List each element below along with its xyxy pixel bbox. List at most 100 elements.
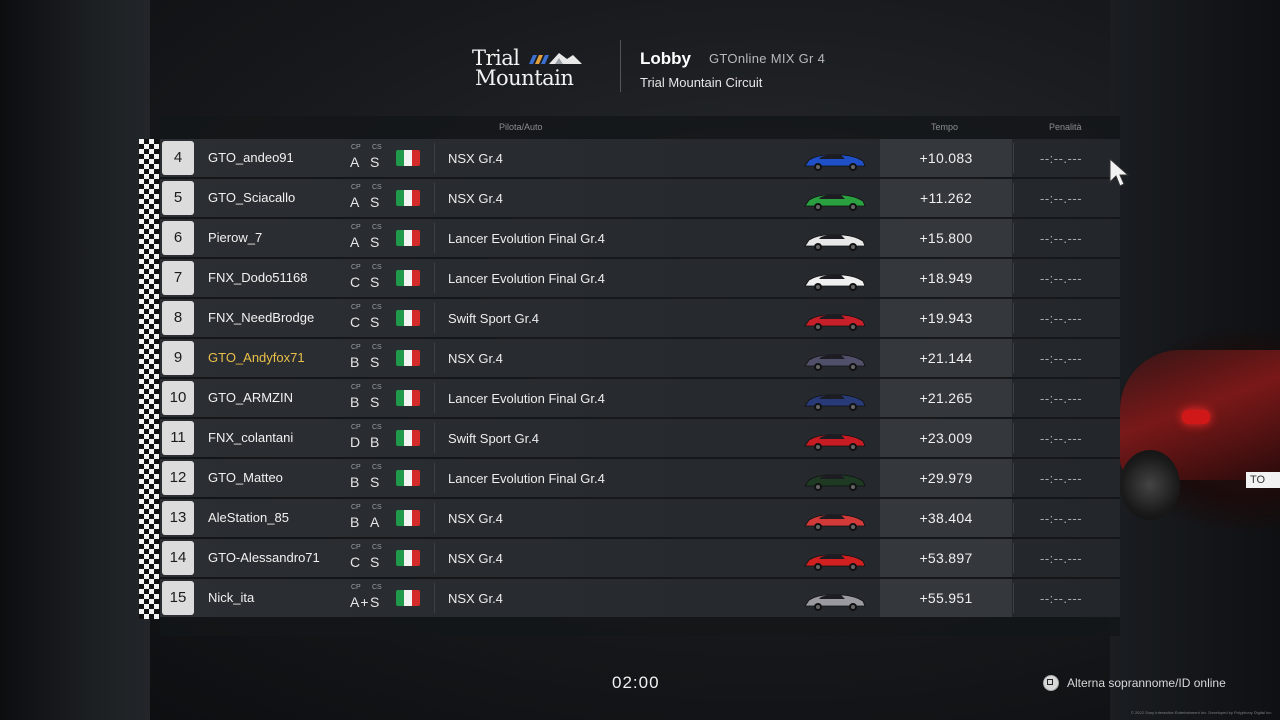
driver-name: FNX_Dodo51168 (208, 270, 308, 285)
page-title: Lobby (640, 49, 691, 68)
row-divider (1013, 303, 1014, 333)
car-name: NSX Gr.4 (448, 591, 503, 606)
toggle-nickname-label[interactable]: Alterna soprannome/ID online (1067, 676, 1226, 690)
car-thumbnail-icon (804, 474, 866, 491)
driver-name: GTO_Matteo (208, 470, 283, 485)
table-row[interactable]: 5 GTO_Sciacallo CP CS A S NSX Gr.4 +11.262 --:--… (160, 179, 1120, 217)
cs-label: CS (372, 184, 382, 191)
header-divider (620, 40, 621, 92)
row-divider (1013, 503, 1014, 533)
position-badge: 5 (162, 181, 194, 215)
cs-rating: S (370, 594, 381, 610)
driver-ratings: CP CS B S (348, 464, 388, 494)
lobby-mode: GTOnline MIX Gr 4 (709, 51, 826, 66)
table-row[interactable]: 9 GTO_Andyfox71 CP CS B S NSX Gr.4 +21.144 --:--… (160, 339, 1120, 377)
row-divider (434, 383, 435, 413)
table-rows: 4 GTO_andeo91 CP CS A S NSX Gr.4 +10.083 --:--.-… (160, 139, 1120, 619)
position-badge: 12 (162, 461, 194, 495)
cs-rating: S (370, 354, 381, 370)
driver-ratings: CP CS D B (348, 424, 388, 454)
table-row[interactable]: 7 FNX_Dodo51168 CP CS C S Lancer Evolution Fin… (160, 259, 1120, 297)
row-divider (1013, 143, 1014, 173)
col-header-penalty: Penalità (1049, 122, 1082, 132)
car-name: Lancer Evolution Final Gr.4 (448, 271, 605, 286)
position-badge: 15 (162, 581, 194, 615)
time-cell: +55.951 (880, 579, 1012, 617)
italy-flag-icon (396, 270, 420, 286)
time-gap: +11.262 (919, 190, 973, 206)
table-row[interactable]: 14 GTO-Alessandro71 CP CS C S NSX Gr.4 +53.897 -… (160, 539, 1120, 577)
car-name: NSX Gr.4 (448, 351, 503, 366)
driver-ratings: CP CS A S (348, 184, 388, 214)
table-row[interactable]: 10 GTO_ARMZIN CP CS B S Lancer Evolution Final… (160, 379, 1120, 417)
table-row[interactable]: 11 FNX_colantani CP CS D B Swift Sport Gr.4 +23… (160, 419, 1120, 457)
time-gap: +18.949 (919, 270, 973, 286)
penalty-time: --:--.--- (1040, 591, 1083, 606)
driver-name: GTO-Alessandro71 (208, 550, 320, 565)
penalty-time: --:--.--- (1040, 511, 1083, 526)
checkered-flag-strip (139, 139, 159, 619)
car-name: NSX Gr.4 (448, 551, 503, 566)
time-cell: +21.265 (880, 379, 1012, 417)
row-divider (1013, 383, 1014, 413)
penalty-time: --:--.--- (1040, 551, 1083, 566)
row-divider (434, 423, 435, 453)
table-row[interactable]: 8 FNX_NeedBrodge CP CS C S Swift Sport Gr.4 +19… (160, 299, 1120, 337)
driver-ratings: CP CS C S (348, 304, 388, 334)
cp-rating: A (350, 234, 361, 250)
penalty-time: --:--.--- (1040, 271, 1083, 286)
cs-rating: S (370, 394, 381, 410)
driver-ratings: CP CS A S (348, 224, 388, 254)
cp-label: CP (351, 344, 361, 351)
logo-line2: Mountain (475, 66, 574, 90)
cs-rating: S (370, 554, 381, 570)
position-badge: 7 (162, 261, 194, 295)
car-thumbnail-icon (804, 154, 866, 171)
car-name: Swift Sport Gr.4 (448, 311, 540, 326)
cs-label: CS (372, 584, 382, 591)
position-badge: 4 (162, 141, 194, 175)
position-badge: 11 (162, 421, 194, 455)
italy-flag-icon (396, 230, 420, 246)
time-gap: +15.800 (919, 230, 973, 246)
table-row[interactable]: 4 GTO_andeo91 CP CS A S NSX Gr.4 +10.083 --:--.-… (160, 139, 1120, 177)
driver-ratings: CP CS A S (348, 144, 388, 174)
table-row[interactable]: 15 Nick_ita CP CS A+ S NSX Gr.4 +55.951 --:--.--… (160, 579, 1120, 617)
penalty-time: --:--.--- (1040, 391, 1083, 406)
time-gap: +38.404 (919, 510, 973, 526)
cp-label: CP (351, 144, 361, 151)
table-row[interactable]: 12 GTO_Matteo CP CS B S Lancer Evolution Final… (160, 459, 1120, 497)
row-divider (1013, 543, 1014, 573)
cp-label: CP (351, 264, 361, 271)
penalty-time: --:--.--- (1040, 311, 1083, 326)
time-gap: +10.083 (919, 150, 973, 166)
time-cell: +23.009 (880, 419, 1012, 457)
cp-label: CP (351, 384, 361, 391)
driver-ratings: CP CS B A (348, 504, 388, 534)
square-button-icon[interactable] (1043, 675, 1059, 691)
cs-rating: S (370, 194, 381, 210)
cs-rating: B (370, 434, 381, 450)
italy-flag-icon (396, 470, 420, 486)
table-row[interactable]: 6 Pierow_7 CP CS A S Lancer Evolution Final Gr… (160, 219, 1120, 257)
col-header-driver-car: Pilota/Auto (499, 122, 543, 132)
driver-ratings: CP CS C S (348, 264, 388, 294)
cs-rating: S (370, 314, 381, 330)
cs-label: CS (372, 224, 382, 231)
row-divider (434, 303, 435, 333)
table-row[interactable]: 13 AleStation_85 CP CS B A NSX Gr.4 +38.404 --:-… (160, 499, 1120, 537)
row-divider (434, 183, 435, 213)
italy-flag-icon (396, 190, 420, 206)
penalty-time: --:--.--- (1040, 151, 1083, 166)
time-cell: +29.979 (880, 459, 1012, 497)
col-header-time: Tempo (931, 122, 959, 132)
car-thumbnail-icon (804, 434, 866, 451)
cp-rating: C (350, 554, 362, 570)
car-name: Lancer Evolution Final Gr.4 (448, 391, 605, 406)
italy-flag-icon (396, 430, 420, 446)
car-thumbnail-icon (804, 194, 866, 211)
driver-name: Pierow_7 (208, 230, 263, 245)
car-name: NSX Gr.4 (448, 151, 503, 166)
cp-rating: A+ (350, 594, 370, 610)
cs-rating: S (370, 234, 381, 250)
